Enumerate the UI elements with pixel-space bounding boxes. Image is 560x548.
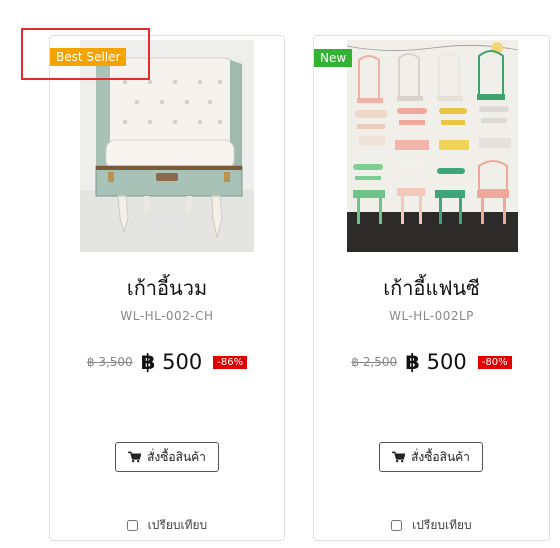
current-price: ฿ 500 bbox=[141, 350, 202, 374]
discount-badge: -86% bbox=[213, 355, 248, 369]
old-price: ฿ 2,500 bbox=[351, 355, 398, 369]
currency-symbol: ฿ bbox=[140, 350, 156, 374]
price-row: ฿ 2,500 ฿ 500 -80% bbox=[314, 350, 549, 374]
product-name[interactable]: เก้าอี้นวม bbox=[50, 272, 284, 304]
order-button[interactable]: สั่งซื้อสินค้า bbox=[379, 442, 483, 472]
price-value: 500 bbox=[426, 350, 467, 374]
discount-badge: -80% bbox=[477, 355, 512, 369]
order-button-label: สั่งซื้อสินค้า bbox=[147, 449, 206, 464]
cart-icon bbox=[392, 451, 406, 463]
order-button-label: สั่งซื้อสินค้า bbox=[411, 449, 470, 464]
product-card: Best Seller เก้าอี้นวม WL-HL-002-CH ฿ 3,… bbox=[49, 35, 285, 541]
product-name[interactable]: เก้าอี้แฟนซี bbox=[314, 272, 549, 304]
product-card: New เก้าอี้แฟนซี WL-HL-002LP ฿ 2,500 ฿ 5… bbox=[313, 35, 550, 541]
compare-label[interactable]: เปรียบเทียบ bbox=[412, 518, 471, 532]
best-seller-badge: Best Seller bbox=[50, 48, 127, 66]
order-button[interactable]: สั่งซื้อสินค้า bbox=[115, 442, 219, 472]
current-price: ฿ 500 bbox=[405, 350, 466, 374]
product-sku: WL-HL-002LP bbox=[389, 309, 474, 323]
compare-checkbox[interactable] bbox=[391, 520, 403, 531]
compare-label[interactable]: เปรียบเทียบ bbox=[148, 518, 207, 532]
price-value: 500 bbox=[162, 350, 203, 374]
compare-checkbox[interactable] bbox=[126, 520, 138, 531]
old-price: ฿ 3,500 bbox=[86, 355, 133, 369]
armchair-suitcase-image bbox=[80, 40, 254, 252]
price-row: ฿ 3,500 ฿ 500 -86% bbox=[50, 350, 284, 374]
product-image[interactable] bbox=[80, 40, 254, 252]
product-sku: WL-HL-002-CH bbox=[120, 309, 214, 323]
new-badge: New bbox=[314, 49, 353, 67]
colorful-chairs-image bbox=[347, 40, 518, 252]
compare-row: เปรียบเทียบ bbox=[50, 516, 284, 535]
currency-symbol: ฿ bbox=[405, 350, 420, 374]
compare-row: เปรียบเทียบ bbox=[314, 516, 549, 535]
product-image[interactable] bbox=[347, 40, 518, 252]
cart-icon bbox=[128, 451, 142, 463]
